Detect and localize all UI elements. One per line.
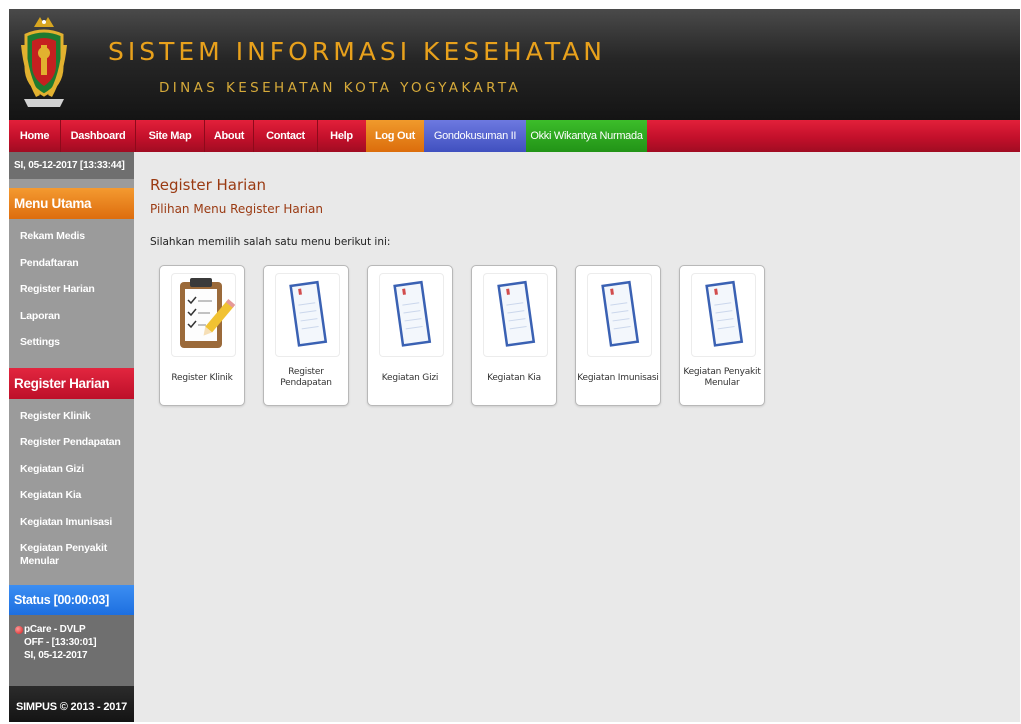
site-header: SISTEM INFORMASI KESEHATAN DINAS KESEHAT… <box>9 9 1020 120</box>
site-title: SISTEM INFORMASI KESEHATAN <box>108 37 607 66</box>
card-label: Register Klinik <box>171 373 233 383</box>
card-label: Kegiatan Penyakit Menular <box>683 367 761 388</box>
sidebar-item-register-harian[interactable]: Register Harian <box>9 283 134 296</box>
nav-site-map[interactable]: Site Map <box>136 120 204 152</box>
document-icon <box>379 273 444 357</box>
sidebar-item-pendaftaran[interactable]: Pendaftaran <box>9 257 134 270</box>
page-title: Register Harian <box>150 176 267 194</box>
nav-about[interactable]: About <box>205 120 253 152</box>
nav-contact[interactable]: Contact <box>254 120 317 152</box>
card-label: Kegiatan Imunisasi <box>577 373 659 383</box>
status-line-service: pCare - DVLP <box>24 624 86 635</box>
card-register-pendapatan[interactable]: Register Pendapatan <box>263 265 349 406</box>
clipboard-icon <box>171 273 236 357</box>
document-icon <box>275 273 340 357</box>
sidebar-item-kegiatan-penyakit-menular[interactable]: Kegiatan Penyakit Menular <box>9 542 119 568</box>
page-subtitle: Pilihan Menu Register Harian <box>150 202 323 216</box>
document-icon <box>483 273 548 357</box>
card-label: Kegiatan Gizi <box>381 373 439 383</box>
menu-utama-header: Menu Utama <box>9 188 134 219</box>
status-line-date: SI, 05-12-2017 <box>24 650 88 661</box>
document-icon <box>587 273 652 357</box>
card-kegiatan-penyakit-menular[interactable]: Kegiatan Penyakit Menular <box>679 265 765 406</box>
sidebar-item-kegiatan-gizi[interactable]: Kegiatan Gizi <box>9 463 134 476</box>
main-content: Register Harian Pilihan Menu Register Ha… <box>134 152 1020 722</box>
register-harian-header: Register Harian <box>9 368 134 399</box>
sidebar-item-rekam-medis[interactable]: Rekam Medis <box>9 230 134 243</box>
sidebar-item-laporan[interactable]: Laporan <box>9 310 134 323</box>
status-header: Status [00:00:03] <box>9 585 134 615</box>
sidebar: SI, 05-12-2017 [13:33:44] Menu Utama Rek… <box>9 152 134 722</box>
nav-user-badge: Okki Wikantya Nurmada <box>526 120 647 152</box>
card-label: Kegiatan Kia <box>487 373 541 383</box>
nav-logout[interactable]: Log Out <box>366 120 424 152</box>
app-window: SISTEM INFORMASI KESEHATAN DINAS KESEHAT… <box>9 9 1020 722</box>
site-subtitle: DINAS KESEHATAN KOTA YOGYAKARTA <box>159 80 522 96</box>
status-line-state: OFF - [13:30:01] <box>24 637 97 648</box>
nav-home[interactable]: Home <box>9 120 60 152</box>
sidebar-item-kegiatan-imunisasi[interactable]: Kegiatan Imunisasi <box>9 516 134 529</box>
sidebar-item-register-pendapatan[interactable]: Register Pendapatan <box>9 436 134 449</box>
card-kegiatan-gizi[interactable]: Kegiatan Gizi <box>367 265 453 406</box>
sidebar-item-kegiatan-kia[interactable]: Kegiatan Kia <box>9 489 134 502</box>
card-kegiatan-imunisasi[interactable]: Kegiatan Imunisasi <box>575 265 661 406</box>
offline-status-icon <box>15 626 23 634</box>
card-register-klinik[interactable]: Register Klinik <box>159 265 245 406</box>
page-instruction: Silahkan memilih salah satu menu berikut… <box>150 236 391 248</box>
card-label: Register Pendapatan <box>280 367 332 388</box>
card-kegiatan-kia[interactable]: Kegiatan Kia <box>471 265 557 406</box>
sidebar-item-settings[interactable]: Settings <box>9 336 134 349</box>
sidebar-datetime: SI, 05-12-2017 [13:33:44] <box>9 152 134 179</box>
nav-unit-badge: Gondokusuman II <box>424 120 526 152</box>
sidebar-footer: SIMPUS © 2013 - 2017 <box>9 686 134 722</box>
nav-dashboard[interactable]: Dashboard <box>61 120 135 152</box>
nav-help[interactable]: Help <box>318 120 365 152</box>
status-panel: pCare - DVLP OFF - [13:30:01] SI, 05-12-… <box>9 615 134 686</box>
document-icon <box>691 273 756 357</box>
sidebar-item-register-klinik[interactable]: Register Klinik <box>9 410 134 423</box>
top-nav: Home Dashboard Site Map About Contact He… <box>9 120 1020 152</box>
city-emblem-icon <box>18 15 70 109</box>
